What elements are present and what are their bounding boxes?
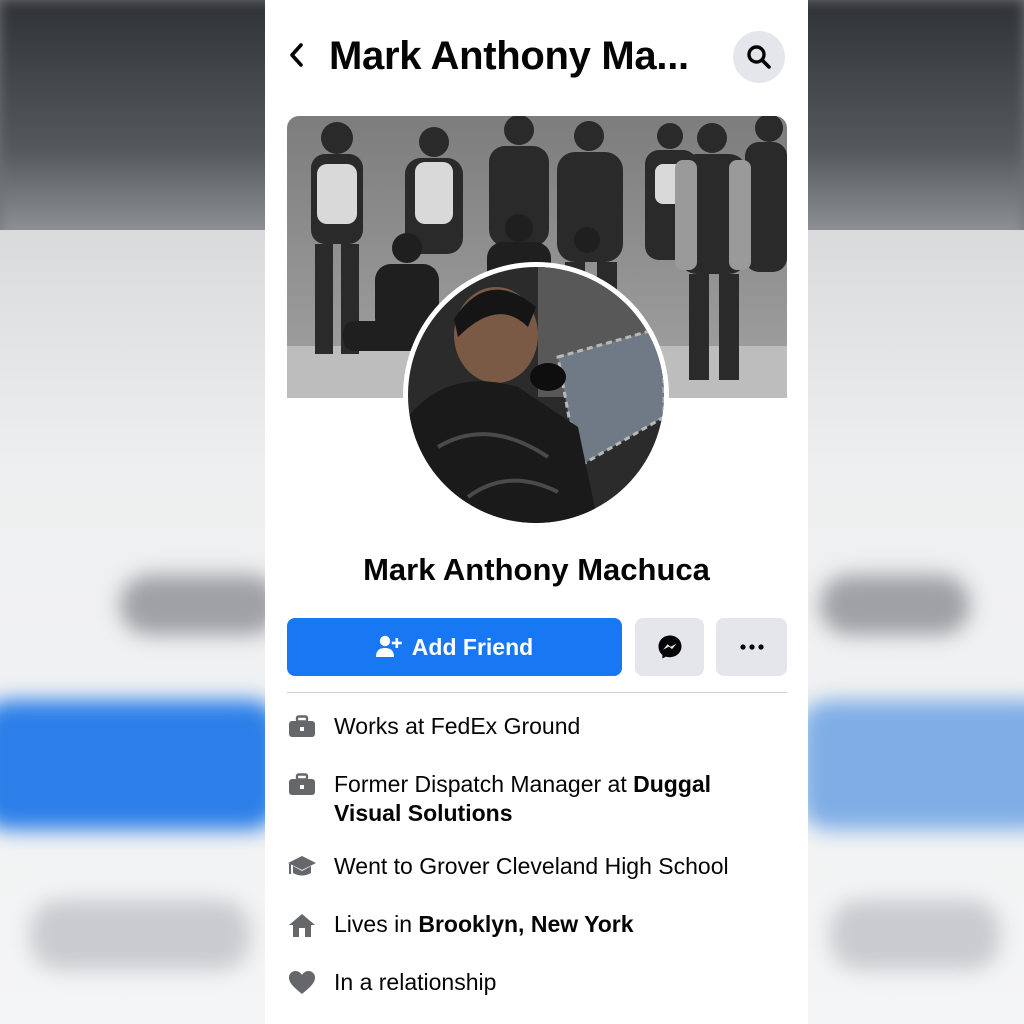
former-work-item[interactable]: Former Dispatch Manager at Duggal Visual… [287, 770, 787, 828]
work-text: Works at FedEx Ground [334, 713, 581, 739]
divider [287, 692, 787, 693]
work-item[interactable]: Works at FedEx Ground [287, 712, 787, 741]
more-dots-icon [739, 644, 764, 650]
profile-actions: Add Friend [287, 618, 787, 676]
residence-item[interactable]: Lives in Brooklyn, New York [287, 910, 787, 939]
backdrop-blue-right [800, 700, 1024, 830]
add-friend-label: Add Friend [411, 633, 534, 660]
backdrop-grey [30, 900, 250, 970]
add-person-icon [375, 635, 402, 657]
back-button[interactable] [283, 40, 309, 70]
education-text: Went to Grover Cleveland High School [334, 853, 729, 879]
avatar[interactable] [408, 267, 664, 523]
residence-text: Lives in [334, 911, 419, 937]
more-options-button[interactable] [716, 618, 787, 676]
former-work-text: Former Dispatch Manager at [334, 771, 634, 797]
page-title: Mark Anthony Ma... [329, 34, 689, 78]
backdrop-grey [820, 575, 970, 635]
briefcase-icon [287, 712, 317, 741]
top-bar: Mark Anthony Ma... [265, 22, 808, 92]
chevron-left-icon [290, 43, 303, 67]
heart-icon [287, 968, 317, 997]
graduation-cap-icon [287, 852, 317, 881]
message-button[interactable] [635, 618, 704, 676]
profile-photo [408, 267, 664, 523]
add-friend-button[interactable]: Add Friend [287, 618, 622, 676]
house-icon [287, 910, 317, 939]
backdrop-grey [120, 575, 280, 635]
intro-details: Works at FedEx Ground Former Dispatch Ma… [287, 706, 787, 997]
relationship-item[interactable]: In a relationship [287, 968, 787, 997]
messenger-icon [658, 635, 681, 659]
profile-name: Mark Anthony Machuca [363, 552, 710, 587]
briefcase-icon [287, 770, 317, 799]
search-button[interactable] [733, 31, 785, 83]
residence-link[interactable]: Brooklyn, New York [418, 911, 633, 937]
backdrop-grey [830, 900, 1000, 970]
education-item[interactable]: Went to Grover Cleveland High School [287, 852, 787, 881]
profile-screen: Mark Anthony Ma... Mark Anthony Machuca … [265, 0, 808, 1024]
relationship-text: In a relationship [334, 969, 497, 995]
backdrop-blue-left [0, 700, 280, 830]
search-icon [747, 45, 771, 69]
